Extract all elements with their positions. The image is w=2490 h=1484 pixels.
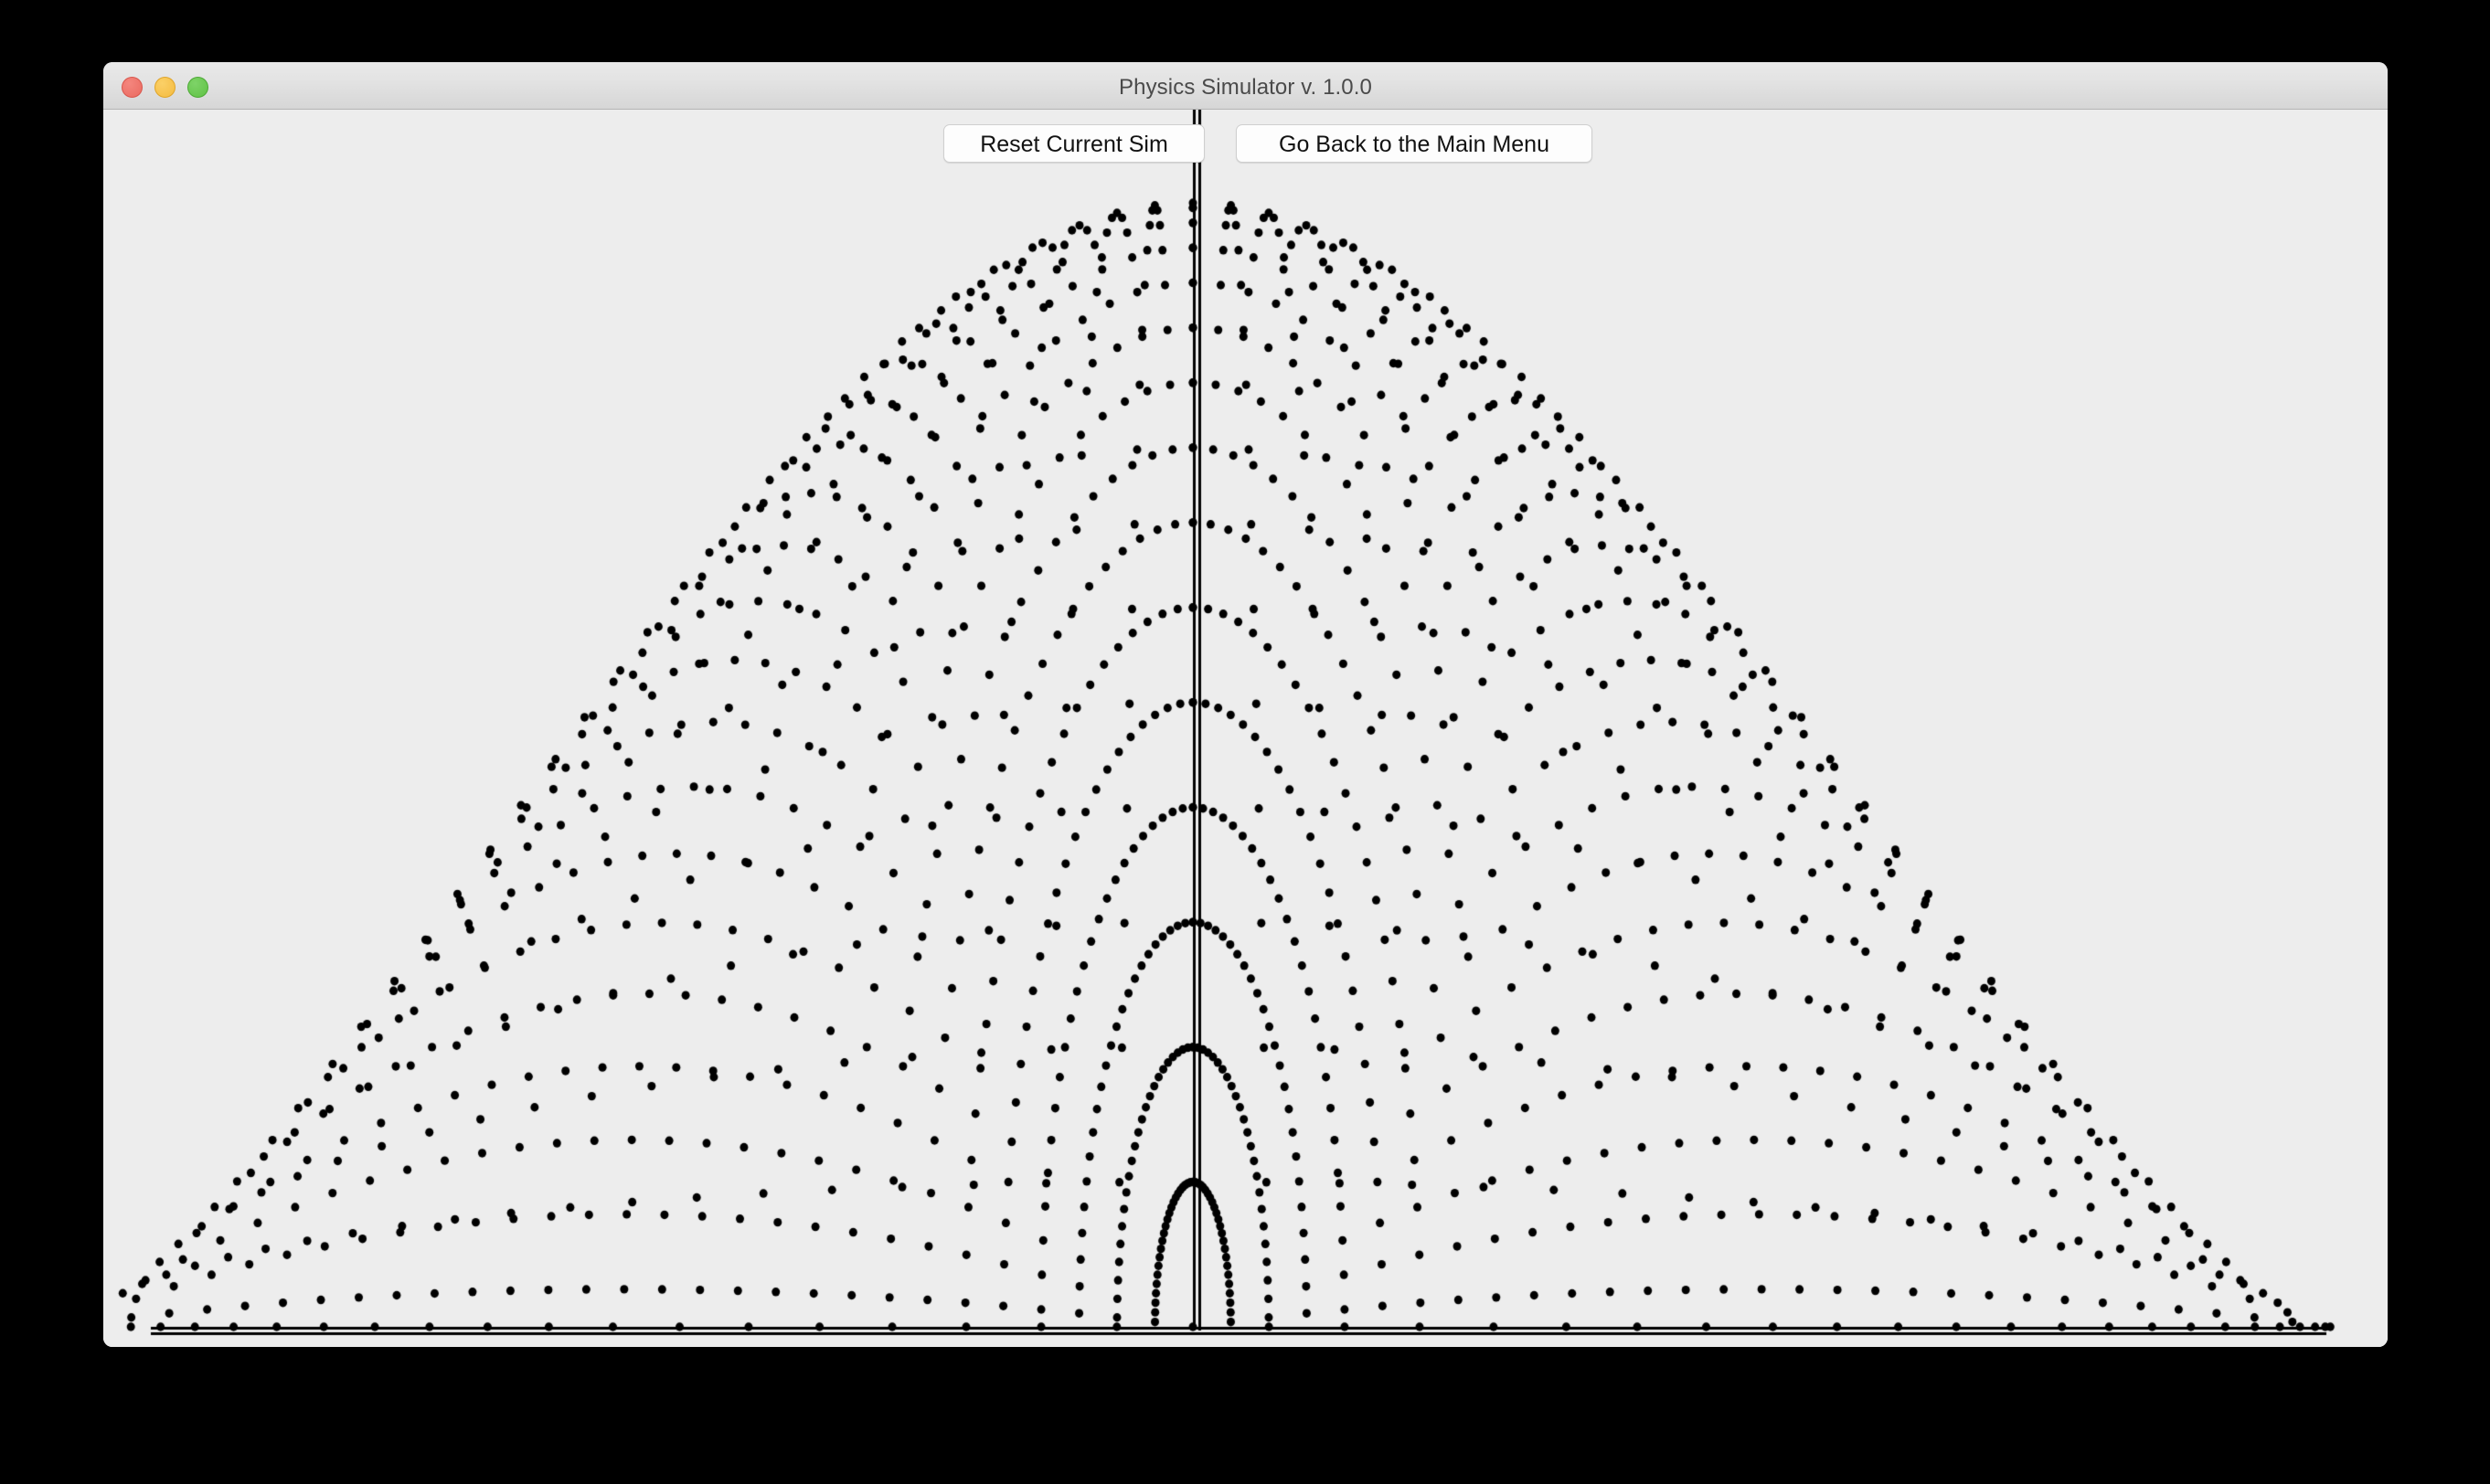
simulation-viewport[interactable]: Reset Current Sim Go Back to the Main Me… [103,110,2388,1347]
reset-current-sim-button[interactable]: Reset Current Sim [943,124,1205,163]
screen-root: Physics Simulator v. 1.0.0 Reset Current… [0,0,2490,1484]
window-title: Physics Simulator v. 1.0.0 [1119,75,1372,100]
projectile-simulation-canvas[interactable] [103,110,2388,1347]
window-titlebar[interactable]: Physics Simulator v. 1.0.0 [103,62,2388,110]
go-back-to-main-menu-button[interactable]: Go Back to the Main Menu [1236,124,1592,163]
app-window: Physics Simulator v. 1.0.0 Reset Current… [103,62,2388,1347]
